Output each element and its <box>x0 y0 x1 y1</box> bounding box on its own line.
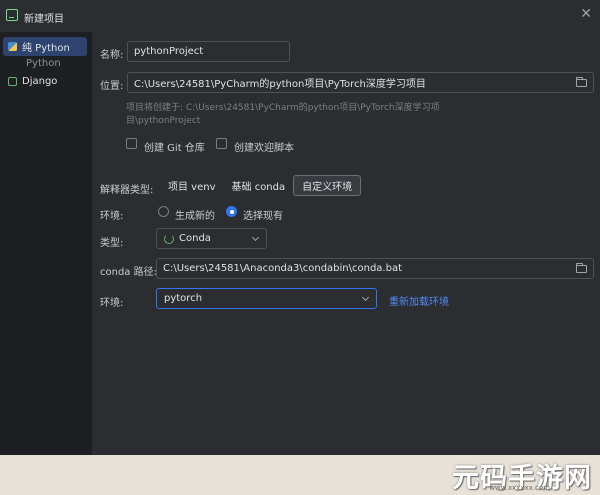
folder-icon[interactable] <box>576 77 587 87</box>
environment-dropdown[interactable]: pytorch <box>156 288 377 309</box>
location-input[interactable]: C:\Users\24581\PyCharm的python项目\PyTorch深… <box>127 72 594 93</box>
conda-spinner-icon <box>164 233 174 244</box>
location-hint-line1: 项目将创建于: C:\Users\24581\PyCharm的python项目\… <box>126 103 440 113</box>
tab-base-conda[interactable]: 基础 conda <box>224 175 294 196</box>
name-input[interactable]: pythonProject <box>127 41 290 62</box>
location-value: C:\Users\24581\PyCharm的python项目\PyTorch深… <box>134 79 426 90</box>
conda-path-value: C:\Users\24581\Anaconda3\condabin\conda.… <box>163 263 403 274</box>
sidebar-item-label: 纯 Python <box>22 43 70 54</box>
python-icon <box>8 42 17 51</box>
tab-custom-env[interactable]: 自定义环境 <box>293 175 362 196</box>
project-type-sidebar: 纯 Python Python Django <box>0 32 92 455</box>
interpreter-type-label: 解释器类型: <box>100 185 154 196</box>
welcome-script-checkbox[interactable] <box>216 138 227 149</box>
sidebar-item-pure-python[interactable]: 纯 Python <box>3 37 87 56</box>
chevron-down-icon <box>361 293 370 302</box>
new-project-dialog: 新建项目 ✕ 纯 Python Python Django 名称: python… <box>0 0 600 455</box>
watermark-url: www.xxxxxx.com <box>489 484 550 492</box>
conda-path-input[interactable]: C:\Users\24581\Anaconda3\condabin\conda.… <box>156 258 594 279</box>
env-label: 环境: <box>100 211 124 222</box>
generate-new-label: 生成新的 <box>175 211 215 222</box>
location-label: 位置: <box>100 81 124 92</box>
type-label: 类型: <box>100 238 124 249</box>
interpreter-type-tabs: 项目 venv 基础 conda 自定义环境 <box>160 175 362 196</box>
sidebar-item-label: Django <box>22 76 58 87</box>
django-icon <box>8 77 17 86</box>
tab-project-venv[interactable]: 项目 venv <box>160 175 224 196</box>
select-existing-radio[interactable] <box>226 206 237 217</box>
type-dropdown[interactable]: Conda <box>156 228 267 249</box>
reload-env-link[interactable]: 重新加载环境 <box>389 293 449 308</box>
chevron-down-icon <box>251 233 260 242</box>
location-hint-line2: 目\pythonProject <box>126 116 201 126</box>
git-repo-checkbox[interactable] <box>126 138 137 149</box>
generate-new-radio[interactable] <box>158 206 169 217</box>
window-title: 新建项目 <box>24 14 64 25</box>
title-bar: 新建项目 ✕ <box>0 0 600 32</box>
env2-label: 环境: <box>100 298 124 309</box>
project-settings-panel: 名称: pythonProject 位置: C:\Users\24581\PyC… <box>92 32 600 455</box>
select-existing-label: 选择现有 <box>243 211 283 222</box>
name-label: 名称: <box>100 50 124 61</box>
env2-value: pytorch <box>164 293 203 304</box>
sidebar-group-label: Python <box>26 58 61 69</box>
close-icon[interactable]: ✕ <box>580 6 592 22</box>
welcome-script-label: 创建欢迎脚本 <box>234 143 294 154</box>
git-repo-label: 创建 Git 仓库 <box>144 143 205 154</box>
type-value: Conda <box>179 233 211 244</box>
folder-icon[interactable] <box>576 263 587 273</box>
conda-path-label: conda 路径: <box>100 267 157 278</box>
pycharm-icon <box>6 9 18 21</box>
sidebar-item-django[interactable]: Django <box>3 72 87 91</box>
